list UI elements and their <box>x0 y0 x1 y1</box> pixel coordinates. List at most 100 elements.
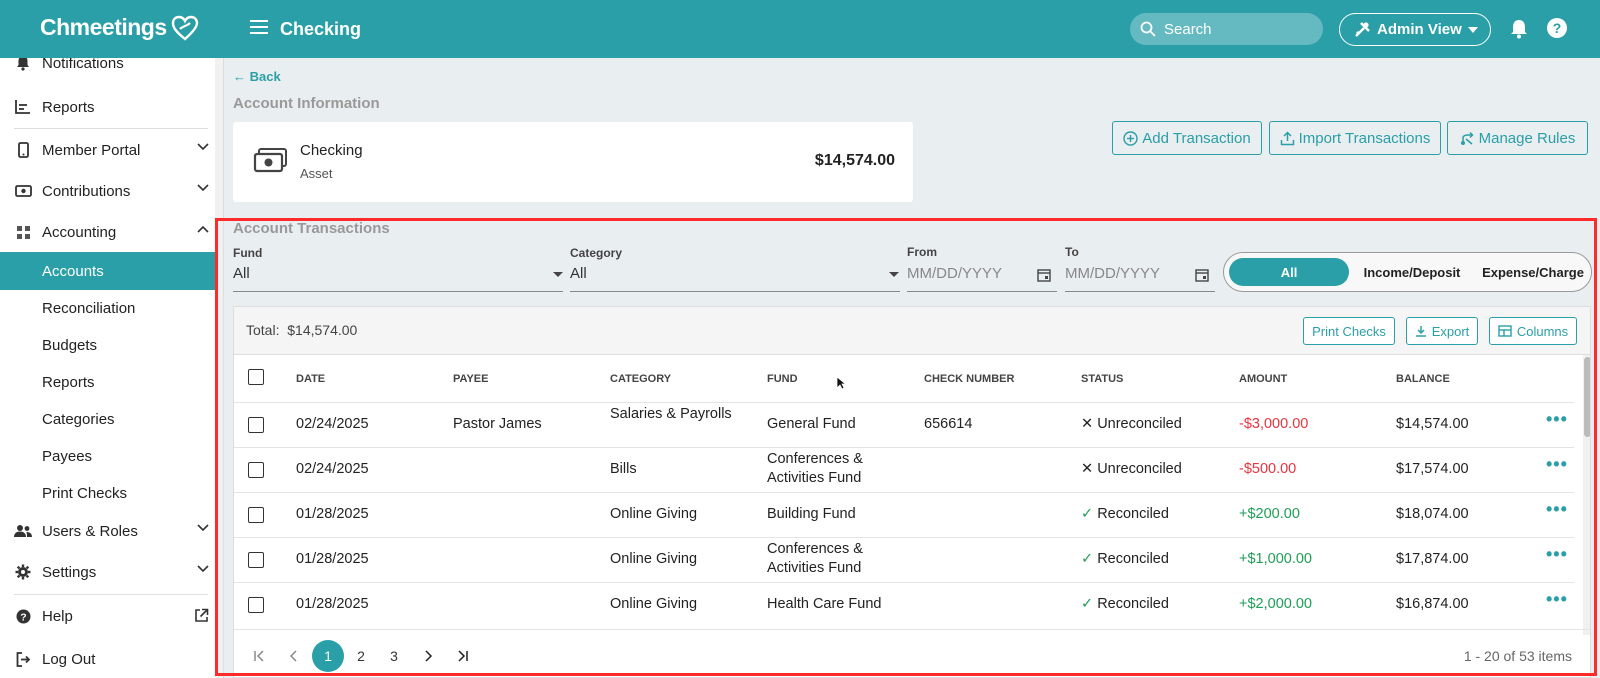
prev-page-icon[interactable] <box>278 640 310 672</box>
header-divider <box>234 402 1574 403</box>
col-header-payee[interactable]: PAYEE <box>453 373 488 385</box>
col-header-date[interactable]: DATE <box>296 373 325 385</box>
row-date: 01/28/2025 <box>296 596 369 612</box>
more-options-icon[interactable]: ••• <box>1546 544 1568 565</box>
transactions-table: Total: $14,574.00 Print Checks Export Co… <box>233 306 1591 678</box>
col-header-amount[interactable]: AMOUNT <box>1239 373 1287 385</box>
export-button[interactable]: Export <box>1406 317 1478 345</box>
search-input[interactable] <box>1164 20 1304 38</box>
help-icon[interactable]: ? <box>1547 18 1567 38</box>
page-title: Checking <box>280 19 362 39</box>
category-filter-select[interactable]: All <box>570 265 587 282</box>
from-date-label: From <box>907 245 937 259</box>
upload-icon <box>1280 130 1294 145</box>
to-date-input[interactable]: MM/DD/YYYY <box>1065 265 1160 282</box>
sidebar-item-reports[interactable]: Reports <box>0 88 215 126</box>
row-checkbox[interactable] <box>248 462 264 478</box>
table-scrollbar[interactable] <box>1583 355 1590 635</box>
page-2[interactable]: 2 <box>345 640 377 672</box>
sidebar-item-payees[interactable]: Payees <box>0 437 215 475</box>
add-transaction-button[interactable]: Add Transaction <box>1112 121 1262 155</box>
mobile-icon <box>14 141 32 159</box>
more-options-icon[interactable]: ••• <box>1546 409 1568 430</box>
row-payee: Pastor James <box>453 416 542 432</box>
sidebar-item-categories[interactable]: Categories <box>0 400 215 438</box>
sidebar-item-accounting[interactable]: Accounting <box>0 213 215 251</box>
sidebar-item-budgets[interactable]: Budgets <box>0 326 215 364</box>
scrollbar-thumb[interactable] <box>1584 357 1590 437</box>
sidebar-item-help[interactable]: ? Help <box>0 597 215 635</box>
more-options-icon[interactable]: ••• <box>1546 454 1568 475</box>
row-fund: Health Care Fund <box>767 596 882 612</box>
fund-filter-select[interactable]: All <box>233 265 250 282</box>
sidebar-item-contributions[interactable]: Contributions <box>0 172 215 210</box>
row-date: 01/28/2025 <box>296 506 369 522</box>
row-checkbox[interactable] <box>248 507 264 523</box>
row-category: Online Giving <box>610 551 698 567</box>
columns-button[interactable]: Columns <box>1489 317 1577 345</box>
account-information-title: Account Information <box>233 95 380 112</box>
page-3[interactable]: 3 <box>378 640 410 672</box>
row-checkbox[interactable] <box>248 552 264 568</box>
more-options-icon[interactable]: ••• <box>1546 499 1568 520</box>
toggle-income-deposit[interactable]: Income/Deposit <box>1352 258 1472 286</box>
sidebar-item-users-roles[interactable]: Users & Roles <box>0 512 215 550</box>
table-icon <box>1498 325 1512 337</box>
from-date-input[interactable]: MM/DD/YYYY <box>907 265 1002 282</box>
sidebar-item-settings[interactable]: Settings <box>0 553 215 591</box>
top-bar: Chmeetings Checking Admin View ? <box>0 0 1600 58</box>
row-category: Online Giving <box>610 506 698 522</box>
manage-rules-button[interactable]: Manage Rules <box>1447 121 1588 155</box>
bell-icon[interactable] <box>1510 19 1528 39</box>
next-page-icon[interactable] <box>412 640 444 672</box>
import-transactions-button[interactable]: Import Transactions <box>1269 121 1441 155</box>
print-checks-button[interactable]: Print Checks <box>1303 317 1395 345</box>
admin-view-button[interactable]: Admin View <box>1339 13 1491 46</box>
col-header-fund[interactable]: FUND <box>767 373 798 385</box>
back-link[interactable]: ← Back <box>233 69 281 84</box>
calendar-icon[interactable] <box>1195 268 1209 282</box>
app-logo[interactable]: Chmeetings <box>40 14 199 41</box>
last-page-icon[interactable] <box>446 640 478 672</box>
search-box[interactable] <box>1130 13 1323 45</box>
sidebar-item-member-portal[interactable]: Member Portal <box>0 131 215 169</box>
help-circle-icon: ? <box>14 607 32 625</box>
pagination-info: 1 - 20 of 53 items <box>1463 648 1572 664</box>
col-header-balance[interactable]: BALANCE <box>1396 373 1450 385</box>
download-icon <box>1415 326 1426 337</box>
row-fund: General Fund <box>767 416 856 432</box>
users-icon <box>14 522 32 540</box>
sidebar-divider <box>14 594 208 595</box>
col-header-status[interactable]: STATUS <box>1081 373 1123 385</box>
select-all-checkbox[interactable] <box>248 369 264 385</box>
more-options-icon[interactable]: ••• <box>1546 589 1568 610</box>
row-checkbox[interactable] <box>248 417 264 433</box>
row-balance: $17,574.00 <box>1396 461 1469 477</box>
sidebar-item-logout[interactable]: Log Out <box>0 640 215 678</box>
col-header-category[interactable]: CATEGORY <box>610 373 671 385</box>
fund-filter-label: Fund <box>233 246 263 260</box>
check-icon: ✓ <box>1081 596 1094 612</box>
first-page-icon[interactable] <box>244 640 276 672</box>
sidebar-item-accounting-reports[interactable]: Reports <box>0 363 215 401</box>
sidebar-scrollbar[interactable] <box>215 58 223 678</box>
page-1[interactable]: 1 <box>312 640 344 672</box>
sidebar-item-accounts[interactable]: Accounts <box>0 252 215 290</box>
col-header-check-number[interactable]: CHECK NUMBER <box>924 373 1014 385</box>
toggle-all[interactable]: All <box>1229 258 1349 286</box>
row-checkbox[interactable] <box>248 597 264 613</box>
chevron-down-icon <box>197 524 209 532</box>
toggle-expense-charge[interactable]: Expense/Charge <box>1474 258 1592 286</box>
row-date: 01/28/2025 <box>296 551 369 567</box>
sidebar-item-reconciliation[interactable]: Reconciliation <box>0 289 215 327</box>
row-status: ✓ Reconciled <box>1081 551 1169 567</box>
row-status: ✕ Unreconciled <box>1081 461 1182 477</box>
check-icon: ✓ <box>1081 551 1094 567</box>
sidebar-item-print-checks[interactable]: Print Checks <box>0 474 215 512</box>
sidebar-item-notifications[interactable]: Notifications <box>0 58 215 82</box>
sidebar-divider <box>14 128 208 129</box>
calendar-icon[interactable] <box>1037 268 1051 282</box>
category-filter-label: Category <box>570 246 623 260</box>
chevron-up-icon <box>197 225 209 233</box>
hamburger-menu-icon[interactable] <box>250 20 268 36</box>
